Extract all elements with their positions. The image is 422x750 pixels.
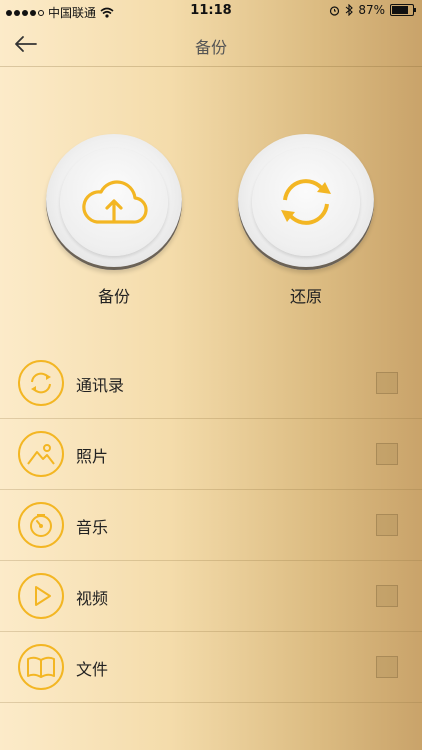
backup-item-list: 通讯录 照片 音乐 视频 文件 — [0, 348, 422, 703]
backup-button[interactable] — [46, 134, 182, 270]
nav-bar: 备份 — [0, 22, 422, 67]
battery-icon — [390, 4, 416, 16]
sync-icon — [281, 179, 331, 225]
list-item-label: 文件 — [76, 660, 109, 679]
select-checkbox[interactable] — [376, 443, 398, 465]
select-checkbox[interactable] — [376, 656, 398, 678]
sync-icon — [18, 360, 64, 406]
battery-percent: 87% — [358, 3, 385, 17]
list-item-photos[interactable]: 照片 — [0, 419, 422, 490]
list-item-music[interactable]: 音乐 — [0, 490, 422, 561]
select-checkbox[interactable] — [376, 514, 398, 536]
restore-label: 还原 — [289, 287, 322, 306]
list-item-label: 通讯录 — [76, 376, 125, 395]
list-item-files[interactable]: 文件 — [0, 632, 422, 703]
list-item-label: 音乐 — [76, 518, 109, 537]
select-checkbox[interactable] — [376, 372, 398, 394]
list-item-label: 照片 — [76, 447, 109, 466]
select-checkbox[interactable] — [376, 585, 398, 607]
alarm-icon — [330, 5, 340, 16]
status-bar: 中国联通 11:18 87% — [0, 0, 422, 22]
cloud-upload-icon — [82, 180, 148, 224]
bluetooth-icon — [345, 4, 354, 16]
page-title: 备份 — [194, 38, 227, 57]
backup-label: 备份 — [97, 287, 130, 306]
book-icon — [18, 644, 64, 690]
list-item-label: 视频 — [76, 589, 109, 608]
timer-icon — [18, 502, 64, 548]
list-item-contacts[interactable]: 通讯录 — [0, 348, 422, 419]
play-icon — [18, 573, 64, 619]
list-item-video[interactable]: 视频 — [0, 561, 422, 632]
image-icon — [18, 431, 64, 477]
restore-button[interactable] — [238, 134, 374, 270]
